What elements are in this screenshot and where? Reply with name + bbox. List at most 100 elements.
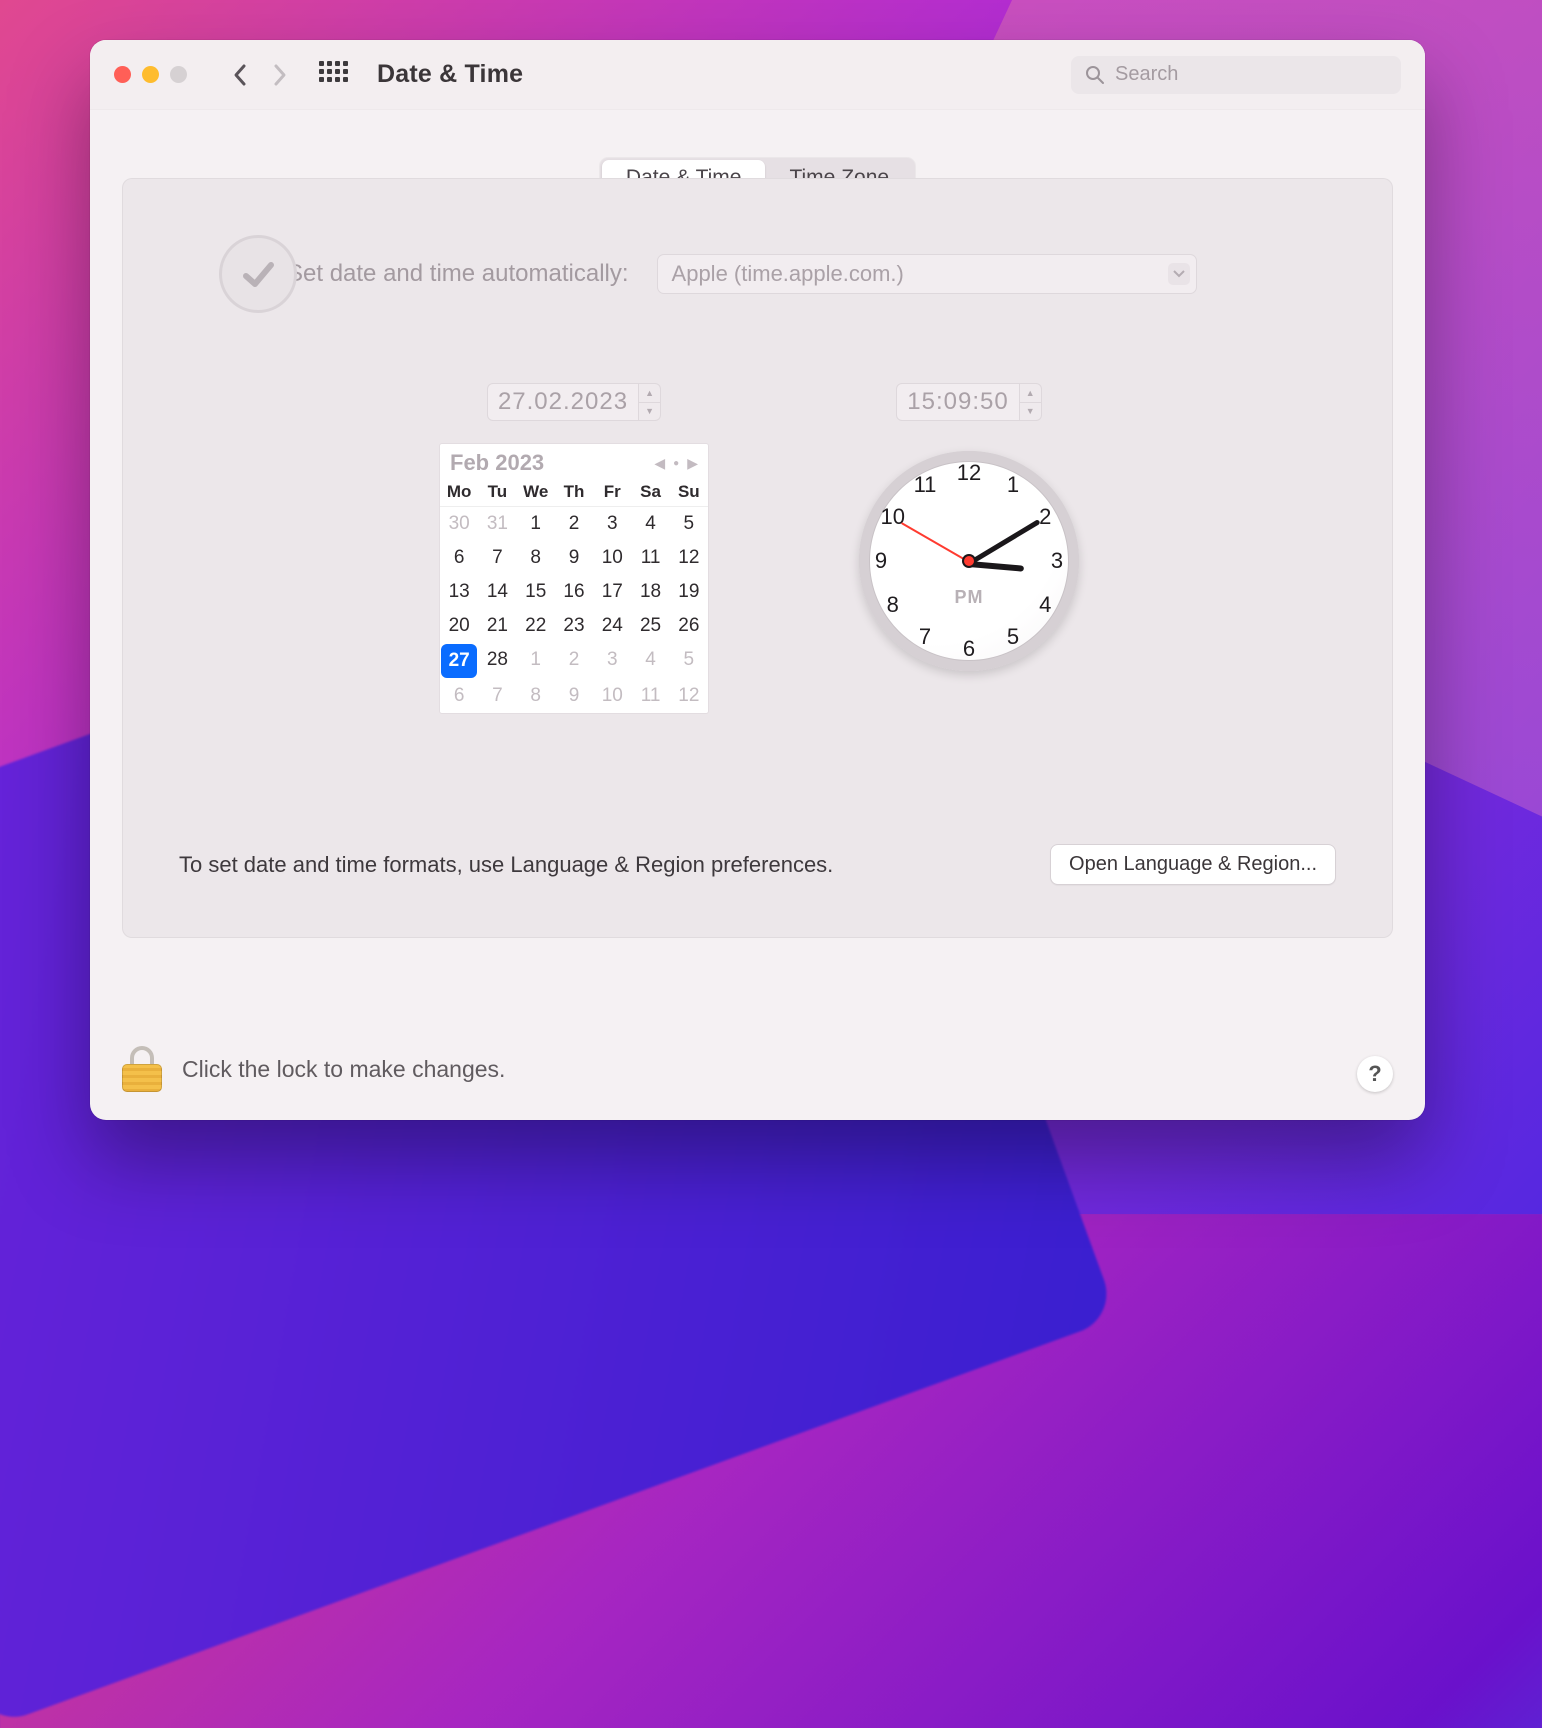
calendar-day[interactable]: 23 (555, 609, 593, 643)
calendar-day[interactable]: 4 (631, 643, 669, 679)
calendar-dow: Su (670, 478, 708, 507)
lock-hint-label: Click the lock to make changes. (182, 1056, 505, 1083)
calendar-day[interactable]: 8 (517, 679, 555, 713)
calendar-day[interactable]: 17 (593, 575, 631, 609)
calendar-day[interactable]: 1 (517, 643, 555, 679)
calendar-day[interactable]: 27 (441, 644, 477, 678)
search-input[interactable] (1115, 63, 1387, 86)
calendar-prev-icon[interactable]: ◀ (654, 455, 665, 472)
calendar-day[interactable]: 8 (517, 541, 555, 575)
analog-clock: 121234567891011 PM (859, 451, 1079, 671)
time-field[interactable]: 15:09:50 ▲ ▼ (896, 383, 1041, 421)
calendar-day[interactable]: 4 (631, 507, 669, 541)
stepper-up-icon[interactable]: ▲ (1020, 384, 1041, 403)
clock-number: 3 (1051, 548, 1063, 574)
checkmark-icon (236, 252, 280, 296)
date-stepper[interactable]: ▲ ▼ (639, 383, 661, 421)
calendar-day[interactable]: 30 (440, 507, 478, 541)
clock-number: 2 (1039, 504, 1051, 530)
calendar-day[interactable]: 6 (440, 541, 478, 575)
formats-hint-label: To set date and time formats, use Langua… (179, 852, 833, 878)
calendar-day[interactable]: 16 (555, 575, 593, 609)
window-title: Date & Time (377, 60, 523, 89)
clock-number: 9 (875, 548, 887, 574)
stepper-up-icon[interactable]: ▲ (639, 384, 660, 403)
search-field[interactable] (1071, 56, 1401, 94)
calendar-day[interactable]: 5 (670, 643, 708, 679)
calendar-dow: Tu (478, 478, 516, 507)
chevron-left-icon (232, 63, 248, 87)
calendar-day[interactable]: 9 (555, 679, 593, 713)
calendar-day[interactable]: 11 (631, 679, 669, 713)
date-time-panel: Set date and time automatically: Apple (… (122, 178, 1393, 938)
calendar-day[interactable]: 12 (670, 679, 708, 713)
calendar-day[interactable]: 11 (631, 541, 669, 575)
calendar-day[interactable]: 2 (555, 643, 593, 679)
time-server-value: Apple (time.apple.com.) (672, 261, 904, 287)
calendar-day[interactable]: 24 (593, 609, 631, 643)
show-all-button[interactable] (319, 61, 347, 89)
clock-ampm-label: PM (955, 587, 984, 608)
calendar-day[interactable]: 5 (670, 507, 708, 541)
time-server-dropdown[interactable]: Apple (time.apple.com.) (657, 254, 1197, 294)
stepper-down-icon[interactable]: ▼ (1020, 403, 1041, 421)
calendar-day[interactable]: 18 (631, 575, 669, 609)
calendar-day[interactable]: 7 (478, 541, 516, 575)
preferences-window: Date & Time Date & Time Time Zone Set da… (90, 40, 1425, 1120)
clock-center-pin (964, 556, 974, 566)
calendar-dow: Mo (440, 478, 478, 507)
calendar-day[interactable]: 20 (440, 609, 478, 643)
calendar-day[interactable]: 1 (517, 507, 555, 541)
calendar-month-label: Feb 2023 (450, 450, 544, 476)
calendar-today-icon[interactable]: ● (673, 458, 679, 469)
calendar-day[interactable]: 7 (478, 679, 516, 713)
calendar-day[interactable]: 10 (593, 679, 631, 713)
clock-number: 1 (1007, 472, 1019, 498)
calendar-dow: We (517, 478, 555, 507)
calendar-day[interactable]: 19 (670, 575, 708, 609)
calendar-day[interactable]: 26 (670, 609, 708, 643)
calendar-day[interactable]: 28 (478, 643, 516, 679)
clock-number: 5 (1007, 624, 1019, 650)
window-controls (114, 66, 187, 83)
zoom-window-button[interactable] (170, 66, 187, 83)
time-value: 15:09:50 (896, 383, 1019, 421)
forward-button[interactable] (265, 55, 295, 95)
time-stepper[interactable]: ▲ ▼ (1020, 383, 1042, 421)
lock-button[interactable] (122, 1046, 162, 1092)
date-field[interactable]: 27.02.2023 ▲ ▼ (487, 383, 661, 421)
calendar-day[interactable]: 31 (478, 507, 516, 541)
calendar-day[interactable]: 12 (670, 541, 708, 575)
calendar-day[interactable]: 3 (593, 507, 631, 541)
close-window-button[interactable] (114, 66, 131, 83)
calendar-dow: Fr (593, 478, 631, 507)
clock-number: 7 (919, 624, 931, 650)
set-automatically-checkbox[interactable] (219, 235, 297, 313)
calendar-next-icon[interactable]: ▶ (687, 455, 698, 472)
calendar-day[interactable]: 22 (517, 609, 555, 643)
calendar-dow: Th (555, 478, 593, 507)
calendar-day[interactable]: 10 (593, 541, 631, 575)
calendar-day[interactable]: 2 (555, 507, 593, 541)
calendar-day[interactable]: 13 (440, 575, 478, 609)
calendar-day[interactable]: 21 (478, 609, 516, 643)
clock-number: 11 (914, 472, 937, 498)
calendar-day[interactable]: 9 (555, 541, 593, 575)
calendar[interactable]: Feb 2023 ◀ ● ▶ MoTuWeThFrSaSu30311234567… (439, 443, 709, 714)
calendar-day[interactable]: 25 (631, 609, 669, 643)
open-language-region-button[interactable]: Open Language & Region... (1050, 844, 1336, 885)
chevron-right-icon (272, 63, 288, 87)
stepper-down-icon[interactable]: ▼ (639, 403, 660, 421)
minimize-window-button[interactable] (142, 66, 159, 83)
calendar-day[interactable]: 6 (440, 679, 478, 713)
search-icon (1085, 65, 1105, 85)
calendar-day[interactable]: 15 (517, 575, 555, 609)
calendar-day[interactable]: 3 (593, 643, 631, 679)
calendar-day[interactable]: 14 (478, 575, 516, 609)
clock-number: 10 (881, 504, 905, 530)
back-button[interactable] (225, 55, 255, 95)
clock-number: 12 (957, 460, 981, 486)
clock-number: 6 (963, 636, 975, 662)
help-button[interactable]: ? (1357, 1056, 1393, 1092)
titlebar: Date & Time (90, 40, 1425, 110)
